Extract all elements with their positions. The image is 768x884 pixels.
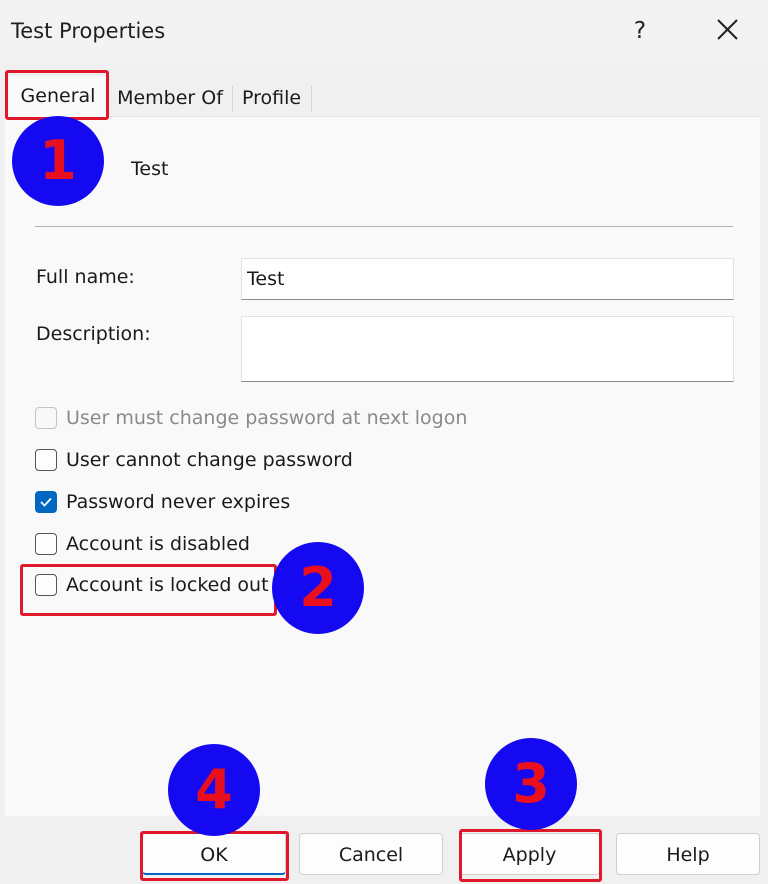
checkbox-label: Account is locked out xyxy=(66,574,269,596)
step-marker-1: 1 xyxy=(12,116,104,206)
close-icon xyxy=(717,19,738,40)
step-marker-2: 2 xyxy=(272,542,364,634)
checkbox-label: User must change password at next logon xyxy=(66,407,468,429)
checkbox-label: Account is disabled xyxy=(66,533,250,555)
checkbox[interactable] xyxy=(35,574,57,596)
apply-button[interactable]: Apply xyxy=(459,833,600,875)
step-number: 3 xyxy=(512,752,550,815)
checkbox[interactable] xyxy=(35,491,57,513)
checkbox-label: Password never expires xyxy=(66,491,291,513)
step-marker-3: 3 xyxy=(485,738,577,830)
description-input[interactable] xyxy=(241,316,734,382)
help-button[interactable]: Help xyxy=(616,833,760,875)
window-title: Test Properties xyxy=(11,19,166,43)
title-bar: Test Properties ? xyxy=(0,0,768,64)
full-name-input[interactable] xyxy=(241,258,734,300)
step-marker-4: 4 xyxy=(168,744,260,836)
tab-member-of[interactable]: Member Of xyxy=(110,80,230,117)
checkbox[interactable] xyxy=(35,407,57,429)
account-disabled-option[interactable]: Account is disabled xyxy=(35,531,250,557)
header-separator xyxy=(35,226,733,227)
step-number: 1 xyxy=(39,129,77,192)
tab-profile[interactable]: Profile xyxy=(233,80,310,117)
close-button[interactable] xyxy=(708,12,748,50)
checkmark-icon xyxy=(40,497,52,507)
checkbox-label: User cannot change password xyxy=(66,449,353,471)
password-never-expires-option[interactable]: Password never expires xyxy=(35,489,290,515)
checkbox[interactable] xyxy=(35,449,57,471)
description-label: Description: xyxy=(36,323,151,345)
step-number: 4 xyxy=(195,758,233,821)
account-locked-out-option[interactable]: Account is locked out xyxy=(35,572,269,598)
user-name: Test xyxy=(131,158,169,180)
ok-button[interactable]: OK xyxy=(142,833,286,875)
help-title-button[interactable]: ? xyxy=(625,14,655,48)
cancel-button[interactable]: Cancel xyxy=(299,833,443,875)
step-number: 2 xyxy=(299,556,337,619)
checkbox[interactable] xyxy=(35,533,57,555)
tab-general[interactable]: General xyxy=(8,76,108,117)
tab-divider xyxy=(311,86,312,112)
must-change-password-option[interactable]: User must change password at next logon xyxy=(35,405,467,431)
cannot-change-password-option[interactable]: User cannot change password xyxy=(35,447,353,473)
full-name-label: Full name: xyxy=(36,266,135,288)
